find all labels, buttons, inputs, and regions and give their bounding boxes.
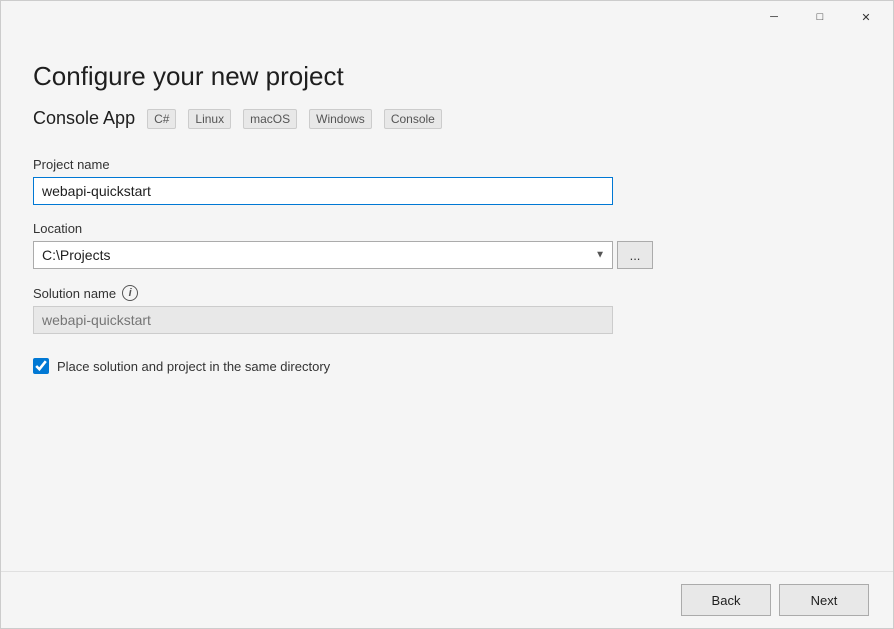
solution-name-label-row: Solution name i bbox=[33, 285, 861, 301]
same-directory-checkbox[interactable] bbox=[33, 358, 49, 374]
tag-macos: macOS bbox=[243, 109, 297, 129]
footer: Back Next bbox=[1, 571, 893, 628]
app-type-row: Console App C# Linux macOS Windows Conso… bbox=[33, 108, 861, 129]
location-group: Location C:\Projects ▼ ... bbox=[33, 221, 861, 269]
project-name-input[interactable] bbox=[33, 177, 613, 205]
solution-name-group: Solution name i bbox=[33, 285, 861, 334]
page-title: Configure your new project bbox=[33, 61, 861, 92]
solution-name-input[interactable] bbox=[33, 306, 613, 334]
minimize-button[interactable]: ─ bbox=[751, 1, 797, 33]
window: ─ □ ✕ Configure your new project Console… bbox=[0, 0, 894, 629]
tag-linux: Linux bbox=[188, 109, 231, 129]
tag-console: Console bbox=[384, 109, 442, 129]
location-select[interactable]: C:\Projects bbox=[33, 241, 613, 269]
info-icon: i bbox=[122, 285, 138, 301]
browse-button[interactable]: ... bbox=[617, 241, 653, 269]
checkbox-row: Place solution and project in the same d… bbox=[33, 358, 861, 374]
project-name-label: Project name bbox=[33, 157, 861, 172]
location-select-wrapper: C:\Projects ▼ bbox=[33, 241, 613, 269]
title-bar: ─ □ ✕ bbox=[1, 1, 893, 33]
location-label: Location bbox=[33, 221, 861, 236]
close-button[interactable]: ✕ bbox=[843, 1, 889, 33]
solution-name-label: Solution name bbox=[33, 286, 116, 301]
same-directory-label[interactable]: Place solution and project in the same d… bbox=[57, 359, 330, 374]
location-row: C:\Projects ▼ ... bbox=[33, 241, 861, 269]
project-name-group: Project name bbox=[33, 157, 861, 205]
title-bar-controls: ─ □ ✕ bbox=[751, 1, 889, 33]
next-button[interactable]: Next bbox=[779, 584, 869, 616]
tag-windows: Windows bbox=[309, 109, 372, 129]
tag-csharp: C# bbox=[147, 109, 176, 129]
content-area: Configure your new project Console App C… bbox=[1, 33, 893, 571]
back-button[interactable]: Back bbox=[681, 584, 771, 616]
app-type-name: Console App bbox=[33, 108, 135, 129]
maximize-button[interactable]: □ bbox=[797, 1, 843, 33]
